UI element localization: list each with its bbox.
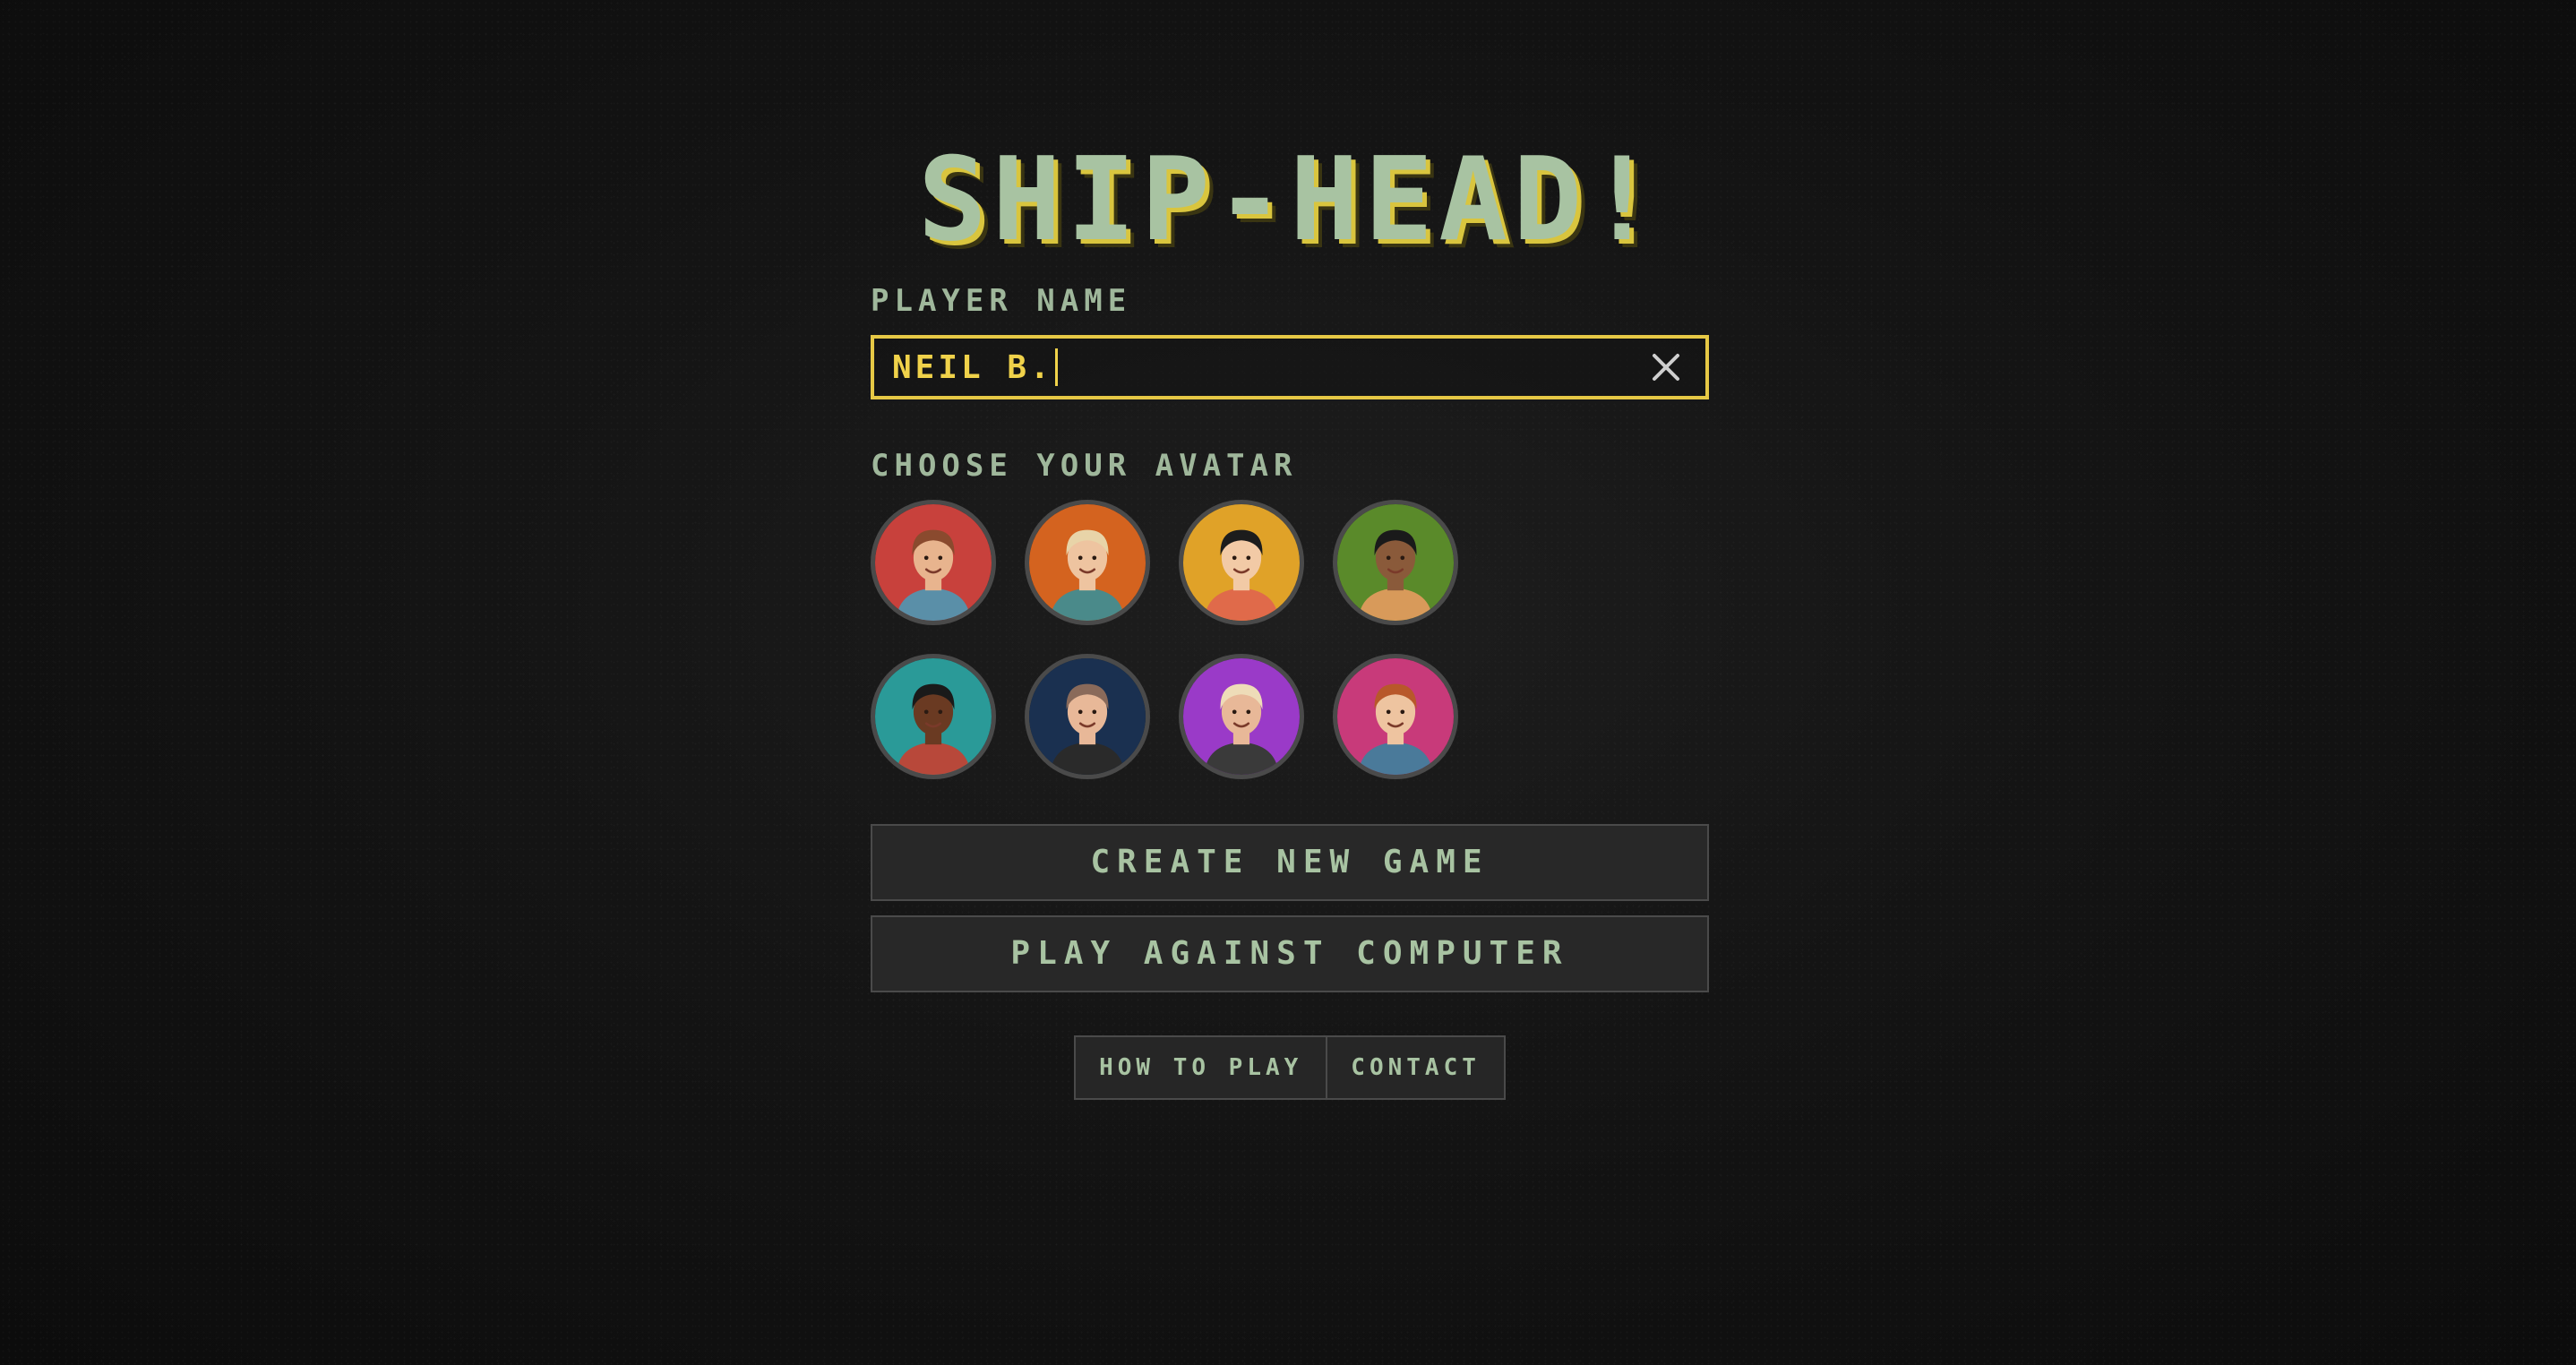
avatar-option-2[interactable] bbox=[1025, 500, 1150, 625]
create-new-game-button[interactable]: CREATE NEW GAME bbox=[871, 824, 1709, 901]
player-name-label: PLAYER NAME bbox=[871, 283, 1132, 319]
person-avatar-icon bbox=[875, 504, 992, 621]
person-avatar-icon bbox=[1029, 658, 1146, 775]
avatar-option-6[interactable] bbox=[1025, 654, 1150, 779]
person-avatar-icon bbox=[1337, 504, 1454, 621]
person-avatar-icon bbox=[875, 658, 992, 775]
play-against-computer-button[interactable]: PLAY AGAINST COMPUTER bbox=[871, 915, 1709, 992]
person-avatar-icon bbox=[1183, 504, 1300, 621]
person-avatar-icon bbox=[1029, 504, 1146, 621]
player-name-input[interactable]: NEIL B. bbox=[871, 335, 1709, 399]
close-icon bbox=[1653, 354, 1679, 381]
text-caret bbox=[1054, 348, 1058, 386]
avatar-option-5[interactable] bbox=[871, 654, 996, 779]
lobby-panel: SHIP-HEAD! PLAYER NAME NEIL B. CHOOSE YO… bbox=[871, 143, 1709, 1100]
avatar-option-4[interactable] bbox=[1333, 500, 1458, 625]
avatar-option-1[interactable] bbox=[871, 500, 996, 625]
clear-name-button[interactable] bbox=[1644, 346, 1687, 389]
game-title: SHIP-HEAD! bbox=[917, 133, 1662, 267]
footer-links: HOW TO PLAY CONTACT bbox=[871, 1035, 1709, 1100]
avatar-grid bbox=[871, 500, 1709, 779]
player-name-value: NEIL B. bbox=[892, 348, 1053, 386]
choose-avatar-label: CHOOSE YOUR AVATAR bbox=[871, 448, 1298, 484]
avatar-option-7[interactable] bbox=[1179, 654, 1304, 779]
contact-link[interactable]: CONTACT bbox=[1327, 1035, 1506, 1100]
avatar-option-8[interactable] bbox=[1333, 654, 1458, 779]
person-avatar-icon bbox=[1337, 658, 1454, 775]
avatar-option-3[interactable] bbox=[1179, 500, 1304, 625]
how-to-play-link[interactable]: HOW TO PLAY bbox=[1074, 1035, 1328, 1100]
person-avatar-icon bbox=[1183, 658, 1300, 775]
